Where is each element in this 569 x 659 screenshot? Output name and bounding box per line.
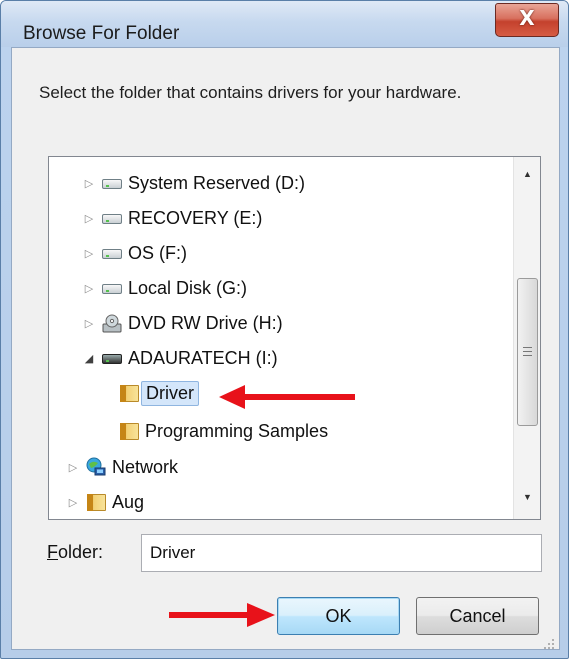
tree-item-label: Programming Samples xyxy=(145,420,329,441)
hard-drive-icon xyxy=(100,277,124,299)
window-title: Browse For Folder xyxy=(23,23,180,44)
folder-icon xyxy=(84,491,108,513)
cancel-button[interactable]: Cancel xyxy=(416,597,539,635)
hard-drive-icon xyxy=(100,242,124,264)
annotation-arrow-right-icon xyxy=(169,603,275,627)
grip-icon xyxy=(523,347,532,356)
folder-icon xyxy=(117,382,141,404)
folder-input[interactable] xyxy=(141,534,542,572)
tree-item-label: Local Disk (G:) xyxy=(128,277,248,298)
instruction-text: Select the folder that contains drivers … xyxy=(39,83,462,102)
tree-item-dvd-rw-drive[interactable]: ▷ DVD RW Drive (H:) xyxy=(82,309,287,337)
tree-item-label: DVD RW Drive (H:) xyxy=(128,312,283,333)
tree-item-label: RECOVERY (E:) xyxy=(128,207,263,228)
scrollbar-thumb[interactable] xyxy=(517,278,538,426)
scroll-down-icon[interactable]: ▼ xyxy=(514,483,540,511)
ok-button[interactable]: OK xyxy=(277,597,400,635)
expand-arrow-icon[interactable]: ▷ xyxy=(82,176,96,190)
collapse-arrow-icon[interactable]: ◢ xyxy=(82,351,96,365)
tree-item-label: OS (F:) xyxy=(128,242,187,263)
hard-drive-icon xyxy=(100,207,124,229)
tree-item-label: Network xyxy=(112,456,179,477)
usb-drive-icon xyxy=(100,347,124,369)
annotation-arrow-left-icon xyxy=(219,385,355,409)
hard-drive-icon xyxy=(100,172,124,194)
tree-item-local-disk[interactable]: ▷ Local Disk (G:) xyxy=(82,274,251,302)
browse-for-folder-dialog: Browse For Folder X Select the folder th… xyxy=(0,0,569,659)
vertical-scrollbar[interactable]: ▲ ▼ xyxy=(513,157,540,519)
expand-arrow-icon[interactable]: ▷ xyxy=(66,460,80,474)
tree-item-aug[interactable]: ▷ Aug xyxy=(66,488,148,516)
folder-field-label: Folder: xyxy=(47,542,104,562)
tree-item-label: ADAURATECH (I:) xyxy=(128,347,278,368)
title-bar[interactable]: Browse For Folder X xyxy=(1,1,568,47)
folder-tree[interactable]: ▷ System Reserved (D:) ▷ RECOVERY (E:) ▷… xyxy=(48,156,541,520)
expand-arrow-icon[interactable]: ▷ xyxy=(82,246,96,260)
network-icon xyxy=(84,456,108,478)
tree-item-network[interactable]: ▷ Network xyxy=(66,453,182,481)
dvd-drive-icon xyxy=(100,312,124,334)
tree-item-driver[interactable]: Driver xyxy=(113,379,199,407)
scroll-up-icon[interactable]: ▲ xyxy=(514,160,540,188)
tree-item-adauratech[interactable]: ◢ ADAURATECH (I:) xyxy=(82,344,282,372)
tree-item-label: Driver xyxy=(141,380,199,406)
tree-item-label: Aug xyxy=(112,491,145,512)
folder-icon xyxy=(117,420,141,442)
tree-item-recovery[interactable]: ▷ RECOVERY (E:) xyxy=(82,204,266,232)
tree-item-label: System Reserved (D:) xyxy=(128,172,306,193)
close-button[interactable]: X xyxy=(495,3,559,37)
tree-item-system-reserved[interactable]: ▷ System Reserved (D:) xyxy=(82,169,309,197)
resize-grip-icon[interactable] xyxy=(542,637,556,651)
tree-item-os[interactable]: ▷ OS (F:) xyxy=(82,239,191,267)
tree-item-programming-samples[interactable]: Programming Samples xyxy=(113,417,332,445)
expand-arrow-icon[interactable]: ▷ xyxy=(82,281,96,295)
expand-arrow-icon[interactable]: ▷ xyxy=(82,211,96,225)
expand-arrow-icon[interactable]: ▷ xyxy=(66,495,80,509)
expand-arrow-icon[interactable]: ▷ xyxy=(82,316,96,330)
close-icon: X xyxy=(519,6,535,30)
